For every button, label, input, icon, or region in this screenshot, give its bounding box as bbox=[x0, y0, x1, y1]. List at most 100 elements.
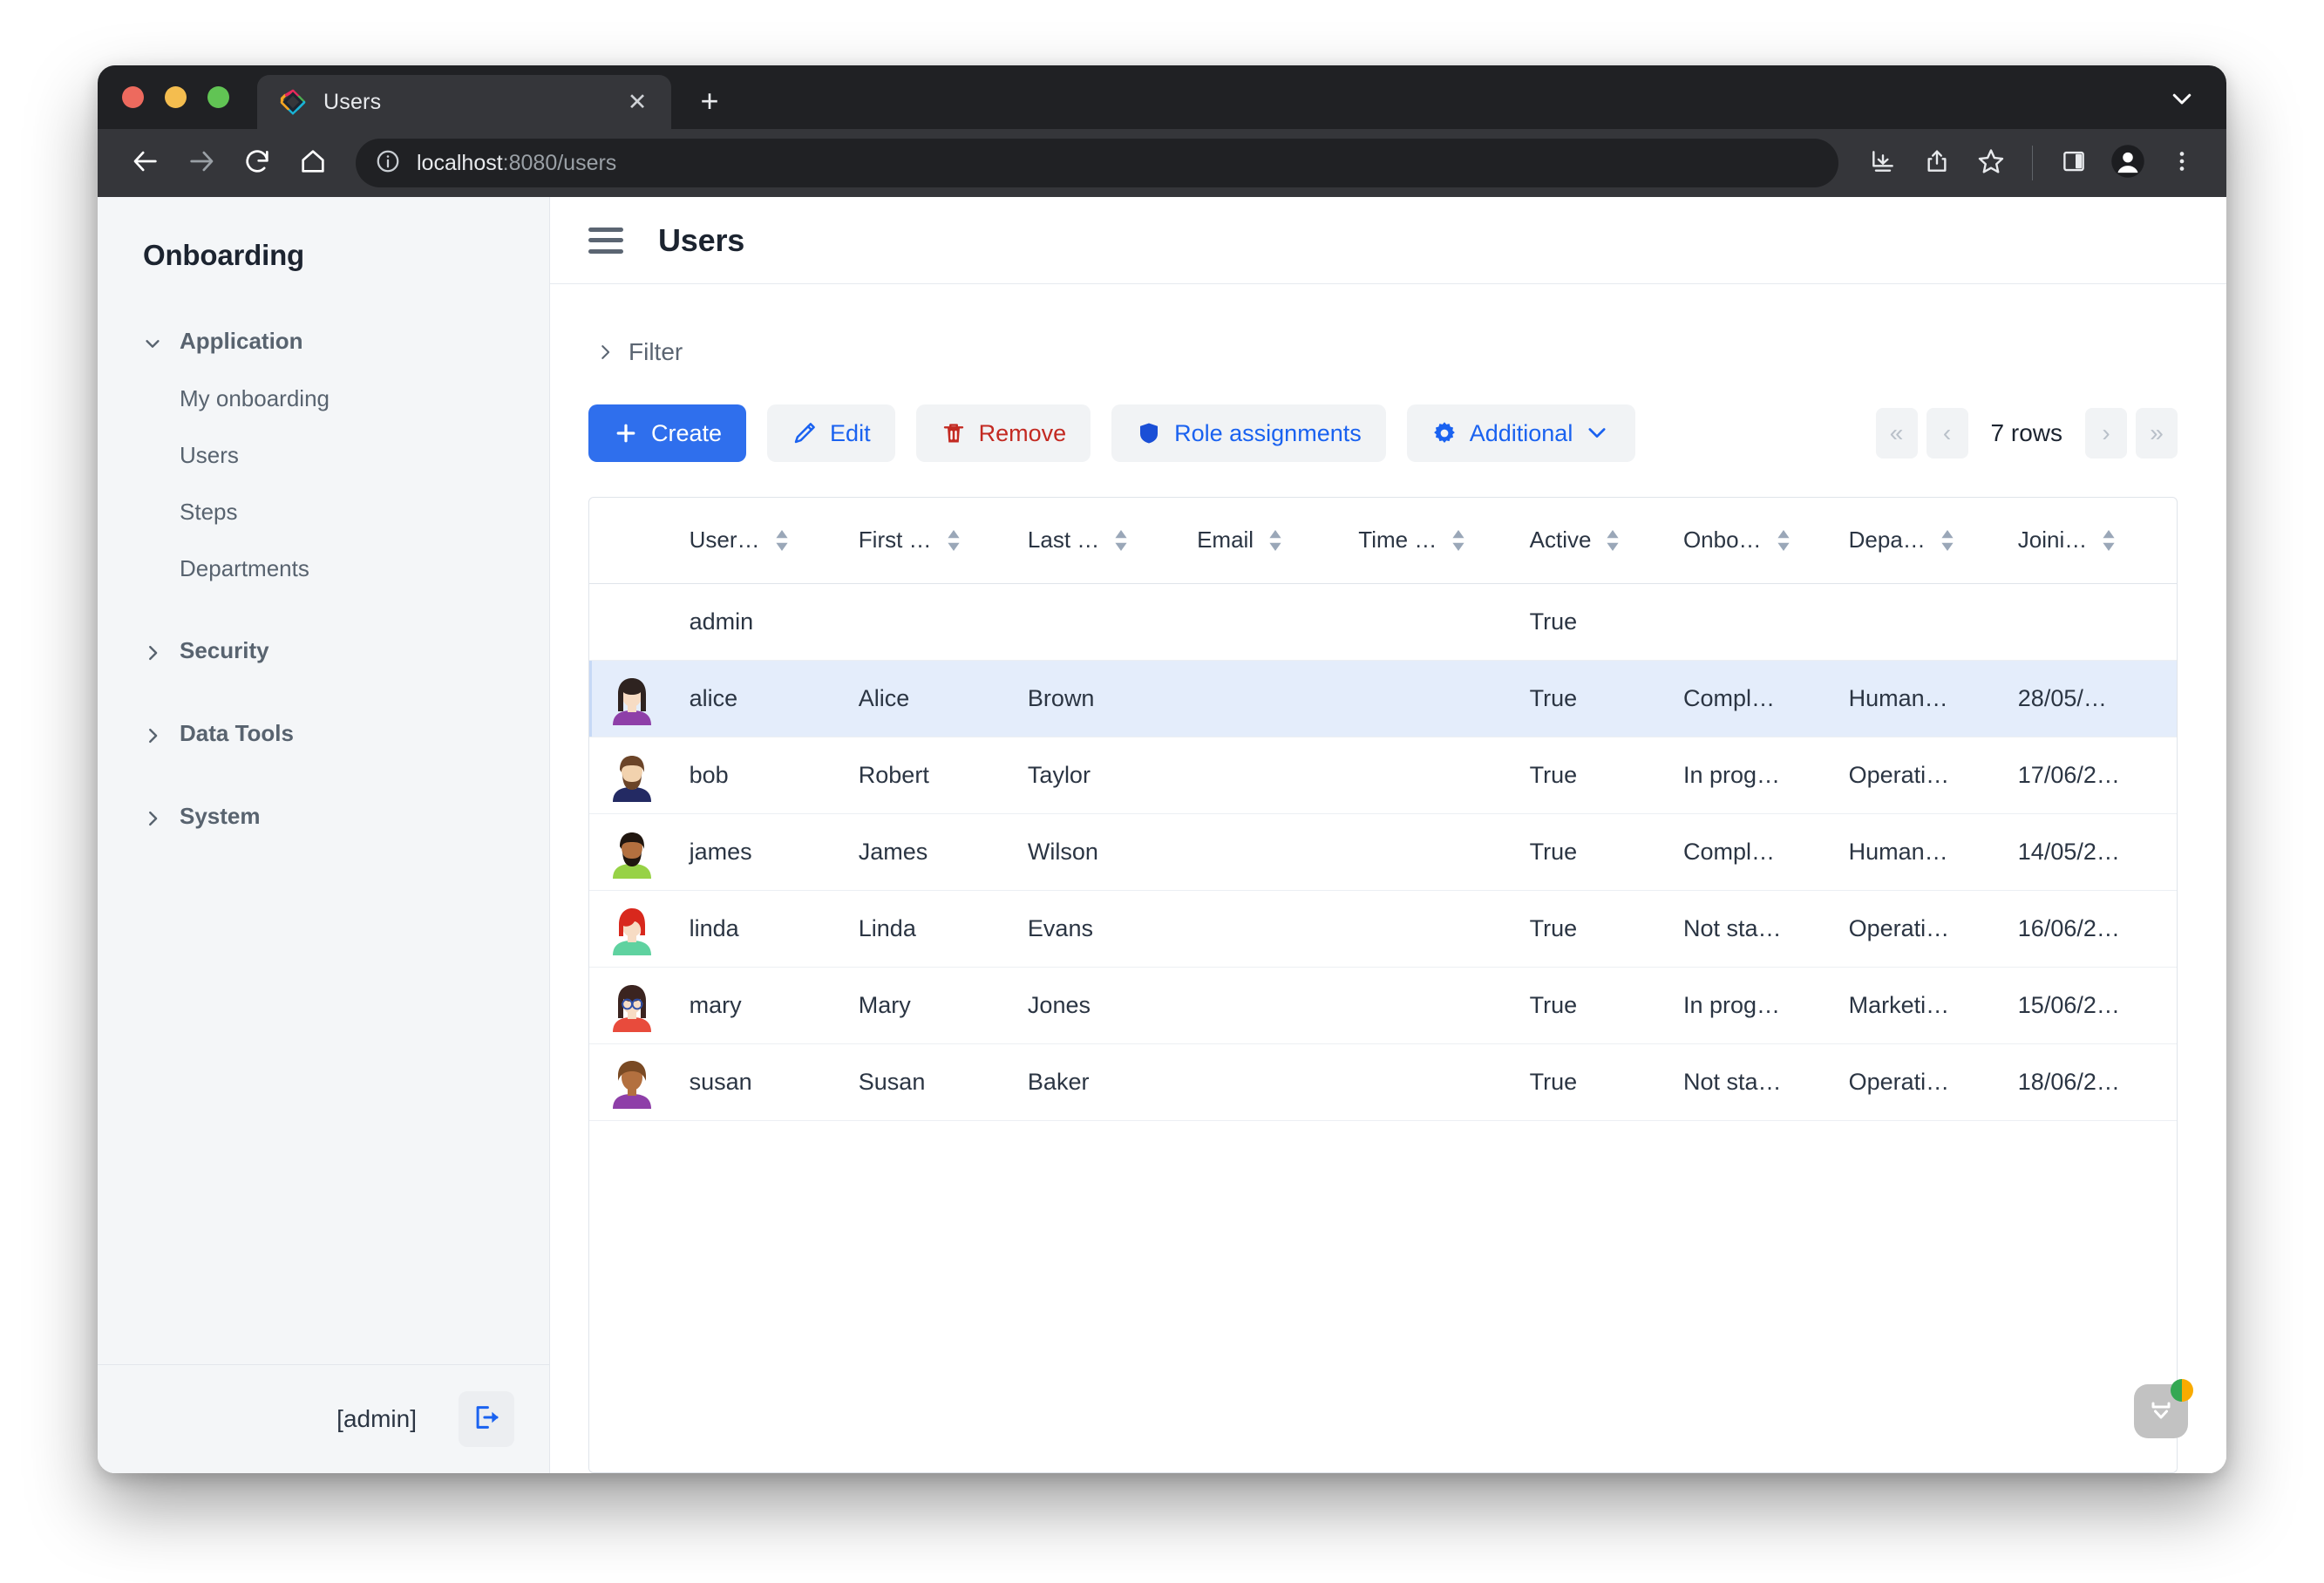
cell-active: True bbox=[1519, 737, 1673, 813]
minimize-window-button[interactable] bbox=[165, 86, 187, 108]
prev-page-button[interactable]: ‹ bbox=[1926, 408, 1968, 459]
maximize-window-button[interactable] bbox=[207, 86, 229, 108]
table-row[interactable]: susanSusanBakerTrueNot sta…Operati…18/06… bbox=[589, 1043, 2177, 1120]
browser-window: Users ✕ + bbox=[98, 65, 2226, 1473]
sidebar-item-departments[interactable]: Departments bbox=[98, 540, 549, 597]
browser-tab-title: Users bbox=[323, 90, 607, 115]
logout-button[interactable] bbox=[459, 1391, 514, 1447]
site-info-icon[interactable] bbox=[375, 148, 401, 179]
additional-button-label: Additional bbox=[1470, 420, 1573, 447]
sort-icon[interactable] bbox=[2101, 527, 2117, 554]
cell-active: True bbox=[1519, 583, 1673, 660]
sort-icon[interactable] bbox=[1113, 527, 1129, 554]
forward-arrow-icon bbox=[187, 146, 216, 180]
share-button[interactable] bbox=[1912, 138, 1962, 188]
cell-email bbox=[1186, 583, 1348, 660]
close-tab-button[interactable]: ✕ bbox=[622, 87, 652, 117]
cell-active: True bbox=[1519, 813, 1673, 890]
profile-button[interactable] bbox=[2103, 138, 2153, 188]
cell-time-zone bbox=[1348, 890, 1519, 967]
sidebar-footer: [admin] bbox=[98, 1364, 549, 1473]
tab-list-button[interactable] bbox=[2160, 78, 2204, 122]
create-button[interactable]: Create bbox=[588, 404, 746, 462]
sidebar-group-security[interactable]: Security bbox=[98, 622, 549, 680]
column-label: Onbo… bbox=[1683, 527, 1762, 554]
cell-joining-date bbox=[2008, 583, 2177, 660]
sort-icon[interactable] bbox=[1267, 527, 1283, 554]
cell-active: True bbox=[1519, 890, 1673, 967]
cell-username: bob bbox=[679, 737, 848, 813]
gear-icon bbox=[1431, 420, 1458, 446]
column-header-onboarding-status[interactable]: Onbo… bbox=[1673, 498, 1838, 583]
cell-first-name bbox=[848, 583, 1017, 660]
column-header-active[interactable]: Active bbox=[1519, 498, 1673, 583]
sort-icon[interactable] bbox=[1776, 527, 1791, 554]
cell-username: mary bbox=[679, 967, 848, 1043]
column-header-department[interactable]: Depa… bbox=[1838, 498, 2008, 583]
bookmark-button[interactable] bbox=[1966, 138, 2016, 188]
browser-menu-button[interactable] bbox=[2157, 138, 2207, 188]
new-tab-button[interactable]: + bbox=[690, 82, 729, 120]
assistant-widget-button[interactable] bbox=[2134, 1384, 2188, 1438]
forward-button[interactable] bbox=[176, 138, 227, 188]
cell-onboarding-status: In prog… bbox=[1673, 967, 1838, 1043]
url-path: :8080/users bbox=[503, 151, 617, 175]
edit-button[interactable]: Edit bbox=[767, 404, 895, 462]
table-row[interactable]: aliceAliceBrownTrueCompl…Human…28/05/… bbox=[589, 660, 2177, 737]
column-label: First … bbox=[859, 527, 932, 554]
last-page-button[interactable]: » bbox=[2136, 408, 2178, 459]
close-window-button[interactable] bbox=[122, 86, 144, 108]
cell-username: admin bbox=[679, 583, 848, 660]
back-button[interactable] bbox=[120, 138, 171, 188]
column-header-last-name[interactable]: Last … bbox=[1017, 498, 1186, 583]
hamburger-menu-icon[interactable] bbox=[588, 228, 623, 254]
role-assignments-button[interactable]: Role assignments bbox=[1111, 404, 1386, 462]
column-header-joining-date[interactable]: Joini… bbox=[2008, 498, 2177, 583]
chevron-right-icon bbox=[143, 724, 162, 744]
sort-icon[interactable] bbox=[1605, 527, 1621, 554]
row-avatar bbox=[589, 967, 679, 1043]
remove-button[interactable]: Remove bbox=[916, 404, 1091, 462]
cell-joining-date: 28/05/… bbox=[2008, 660, 2177, 737]
column-header-username[interactable]: User… bbox=[679, 498, 848, 583]
sidebar-group-system[interactable]: System bbox=[98, 787, 549, 846]
table-row[interactable]: bobRobertTaylorTrueIn prog…Operati…17/06… bbox=[589, 737, 2177, 813]
cell-onboarding-status: Not sta… bbox=[1673, 1043, 1838, 1120]
column-header-email[interactable]: Email bbox=[1186, 498, 1348, 583]
table-row[interactable]: lindaLindaEvansTrueNot sta…Operati…16/06… bbox=[589, 890, 2177, 967]
cell-time-zone bbox=[1348, 1043, 1519, 1120]
filter-toggle[interactable]: Filter bbox=[588, 284, 2178, 366]
sidebar-item-users[interactable]: Users bbox=[98, 427, 549, 484]
cell-onboarding-status: In prog… bbox=[1673, 737, 1838, 813]
sidebar-item-steps[interactable]: Steps bbox=[98, 484, 549, 540]
additional-button[interactable]: Additional bbox=[1407, 404, 1636, 462]
app-viewport: Onboarding Application My onboarding Use… bbox=[98, 197, 2226, 1473]
sort-icon[interactable] bbox=[1940, 527, 1955, 554]
sidebar-group-data-tools[interactable]: Data Tools bbox=[98, 704, 549, 763]
sidebar-item-my-onboarding[interactable]: My onboarding bbox=[98, 370, 549, 427]
cell-first-name: Susan bbox=[848, 1043, 1017, 1120]
page-title: Users bbox=[658, 222, 744, 259]
main-content: Users Filter Create bbox=[550, 197, 2226, 1473]
table-row[interactable]: maryMaryJonesTrueIn prog…Marketi…15/06/2… bbox=[589, 967, 2177, 1043]
side-panel-icon bbox=[2061, 148, 2087, 179]
table-row[interactable]: admin True bbox=[589, 583, 2177, 660]
sort-icon[interactable] bbox=[946, 527, 962, 554]
next-page-button[interactable]: › bbox=[2085, 408, 2127, 459]
browser-tab[interactable]: Users ✕ bbox=[257, 75, 671, 129]
sidebar-group-label: Application bbox=[180, 328, 303, 355]
sort-icon[interactable] bbox=[1451, 527, 1466, 554]
reload-button[interactable] bbox=[232, 138, 282, 188]
address-bar[interactable]: localhost:8080/users bbox=[356, 139, 1838, 187]
column-header-first-name[interactable]: First … bbox=[848, 498, 1017, 583]
sidebar-group-application[interactable]: Application bbox=[98, 312, 549, 370]
side-panel-button[interactable] bbox=[2049, 138, 2099, 188]
download-button[interactable] bbox=[1858, 138, 1908, 188]
first-page-button[interactable]: « bbox=[1876, 408, 1918, 459]
sort-icon[interactable] bbox=[774, 527, 790, 554]
cell-joining-date: 14/05/2… bbox=[2008, 813, 2177, 890]
home-button[interactable] bbox=[288, 138, 338, 188]
cell-active: True bbox=[1519, 967, 1673, 1043]
table-row[interactable]: jamesJamesWilsonTrueCompl…Human…14/05/2… bbox=[589, 813, 2177, 890]
column-header-time-zone[interactable]: Time … bbox=[1348, 498, 1519, 583]
